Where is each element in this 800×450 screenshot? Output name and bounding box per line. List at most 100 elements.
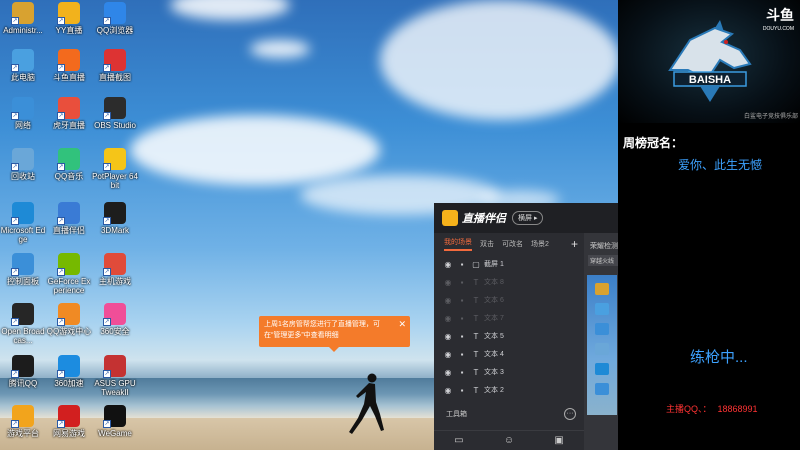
source-layer-row[interactable]: ◉ ▪ T 文本 5 xyxy=(434,327,584,345)
desktop-shortcut[interactable]: ↗ Open Broadcas... xyxy=(0,303,46,345)
desktop-shortcut[interactable]: ↗ QQ浏览器 xyxy=(92,2,138,35)
stream-companion-window: 直播伴侣 横屏 ▸ 我的场景 双击 可改名 场景2 + ◉ ▪ ▢ 截屏 1 ◉ ▪ T 文本… xyxy=(434,203,618,450)
desktop-shortcut[interactable]: ↗ 3DMark xyxy=(92,202,138,235)
desktop-shortcut[interactable]: ↗ WeGame xyxy=(92,405,138,438)
desktop-shortcut[interactable]: ↗ 网易游戏 xyxy=(46,405,92,438)
edge-icon: ↗ xyxy=(11,202,34,225)
companion-titlebar: 直播伴侣 横屏 ▸ xyxy=(434,203,618,233)
desktop-shortcut[interactable]: ↗ ASUS GPU TweakII xyxy=(92,355,138,397)
wegame-icon: ↗ xyxy=(103,405,126,428)
desktop-shortcut[interactable]: ↗ YY直播 xyxy=(46,2,92,35)
asus-icon: ↗ xyxy=(103,355,126,378)
game-chip[interactable]: 穿越火线 xyxy=(588,255,618,266)
weekly-champion-title: 周榜冠名： xyxy=(623,136,684,150)
source-layer-row[interactable]: ◉ ▪ T 文本 6 xyxy=(434,291,584,309)
desktop-shortcut[interactable]: ↗ 网络 xyxy=(0,97,46,130)
toast-pointer xyxy=(329,347,339,352)
scene-tab[interactable]: 场景2 xyxy=(531,239,549,249)
desktop-shortcut[interactable]: ↗ 主机游戏 xyxy=(92,253,138,286)
desktop-shortcut[interactable]: ↗ 直播截图 xyxy=(92,49,138,82)
shortcut-label: 网易游戏 xyxy=(53,429,85,438)
desktop-shortcut[interactable]: ↗ QQ音乐 xyxy=(46,148,92,181)
desktop-shortcut[interactable]: ↗ QQ游戏中心 xyxy=(46,303,92,336)
add-scene-button[interactable]: + xyxy=(571,237,578,251)
companion-icon: ↗ xyxy=(57,202,80,225)
clipboard-icon[interactable]: ▣ xyxy=(554,435,563,446)
game-icon: ↗ xyxy=(103,253,126,276)
desktop-shortcut[interactable]: ↗ PotPlayer 64 bit xyxy=(92,148,138,190)
orientation-toggle-button[interactable]: 横屏 ▸ xyxy=(512,211,544,225)
desktop-shortcut[interactable]: ↗ 斗鱼直播 xyxy=(46,49,92,82)
layer-type-icon: T xyxy=(473,277,479,287)
shortcut-label: Administr... xyxy=(3,26,43,35)
network-icon: ↗ xyxy=(11,97,34,120)
lock-icon[interactable]: ▪ xyxy=(456,368,468,377)
shortcut-arrow-icon: ↗ xyxy=(11,318,19,326)
source-layer-row[interactable]: ◉ ▪ T 文本 2 xyxy=(434,381,584,399)
toolbox-bar: 工具箱 ··· xyxy=(434,404,584,424)
desktop-shortcut[interactable]: ↗ 直播伴侣 xyxy=(46,202,92,235)
visibility-eye-icon[interactable]: ◉ xyxy=(442,296,454,305)
preview-column: 荣耀检测 穿越火线 xyxy=(584,233,618,450)
desktop-shortcut[interactable]: ↗ Administr... xyxy=(0,2,46,35)
desktop-shortcut[interactable]: ↗ 游戏平台 xyxy=(0,405,46,438)
desktop-shortcut[interactable]: ↗ Microsoft Edge xyxy=(0,202,46,244)
lock-icon[interactable]: ▪ xyxy=(456,278,468,287)
visibility-eye-icon[interactable]: ◉ xyxy=(442,332,454,341)
user-icon[interactable]: ☺ xyxy=(504,435,514,446)
runner-silhouette xyxy=(349,373,384,434)
cloud xyxy=(170,0,290,20)
source-layer-row[interactable]: ◉ ▪ T 文本 8 xyxy=(434,273,584,291)
shortcut-arrow-icon: ↗ xyxy=(11,112,19,120)
browser-icon: ↗ xyxy=(103,2,126,25)
shortcut-label: QQ浏览器 xyxy=(96,26,134,35)
scene-tab[interactable]: 我的场景 xyxy=(444,237,472,251)
layer-name: 文本 5 xyxy=(484,333,504,340)
shortcut-arrow-icon: ↗ xyxy=(103,112,111,120)
notification-toast[interactable]: 上周1名房管帮您进行了直播管理，可在“管理更多”中查看明细 ✕ xyxy=(259,316,410,352)
preview-thumbnail xyxy=(587,275,617,415)
close-icon[interactable]: ✕ xyxy=(398,319,406,330)
desktop-shortcut[interactable]: ↗ 回收站 xyxy=(0,148,46,181)
desktop-shortcut[interactable]: ↗ 腾讯QQ xyxy=(0,355,46,388)
qq-icon: ↗ xyxy=(11,355,34,378)
source-layer-row[interactable]: ◉ ▪ ▢ 截屏 1 xyxy=(434,255,584,273)
media-icon[interactable]: ▭ xyxy=(454,435,463,446)
lock-icon[interactable]: ▪ xyxy=(456,350,468,359)
desktop-shortcut[interactable]: ↗ 360加速 xyxy=(46,355,92,388)
preview-icon xyxy=(595,323,609,335)
layer-type-icon: T xyxy=(473,331,479,341)
lock-icon[interactable]: ▪ xyxy=(456,386,468,395)
desktop-shortcut[interactable]: ↗ 360安全 xyxy=(92,303,138,336)
obs-icon: ↗ xyxy=(11,303,34,326)
desktop-shortcut[interactable]: ↗ OBS Studio xyxy=(92,97,138,130)
layer-name: 文本 2 xyxy=(484,387,504,394)
shortcut-arrow-icon: ↗ xyxy=(11,370,19,378)
scene-tab[interactable]: 双击 xyxy=(480,239,494,249)
streamer-qq: 主播QQ、： 18868991 xyxy=(666,402,764,415)
scene-tab[interactable]: 可改名 xyxy=(502,239,523,249)
desktop-shortcut[interactable]: ↗ GeForce Experience xyxy=(46,253,92,295)
lock-icon[interactable]: ▪ xyxy=(456,260,468,269)
source-layer-row[interactable]: ◉ ▪ T 文本 7 xyxy=(434,309,584,327)
source-layer-row[interactable]: ◉ ▪ T 文本 3 xyxy=(434,363,584,381)
lock-icon[interactable]: ▪ xyxy=(456,296,468,305)
visibility-eye-icon[interactable]: ◉ xyxy=(442,386,454,395)
desktop-shortcut[interactable]: ↗ 虎牙直播 xyxy=(46,97,92,130)
more-icon[interactable]: ··· xyxy=(564,408,576,420)
shortcut-arrow-icon: ↗ xyxy=(57,370,65,378)
source-layer-row[interactable]: ◉ ▪ T 文本 4 xyxy=(434,345,584,363)
visibility-eye-icon[interactable]: ◉ xyxy=(442,260,454,269)
preview-icon xyxy=(595,303,609,315)
platform-icon: ↗ xyxy=(11,405,34,428)
lock-icon[interactable]: ▪ xyxy=(456,314,468,323)
visibility-eye-icon[interactable]: ◉ xyxy=(442,314,454,323)
shortcut-label: Open Broadcas... xyxy=(1,327,45,345)
shortcut-arrow-icon: ↗ xyxy=(57,318,65,326)
visibility-eye-icon[interactable]: ◉ xyxy=(442,350,454,359)
lock-icon[interactable]: ▪ xyxy=(456,332,468,341)
desktop-shortcut[interactable]: ↗ 控制面板 xyxy=(0,253,46,286)
visibility-eye-icon[interactable]: ◉ xyxy=(442,368,454,377)
desktop-shortcut[interactable]: ↗ 此电脑 xyxy=(0,49,46,82)
visibility-eye-icon[interactable]: ◉ xyxy=(442,278,454,287)
